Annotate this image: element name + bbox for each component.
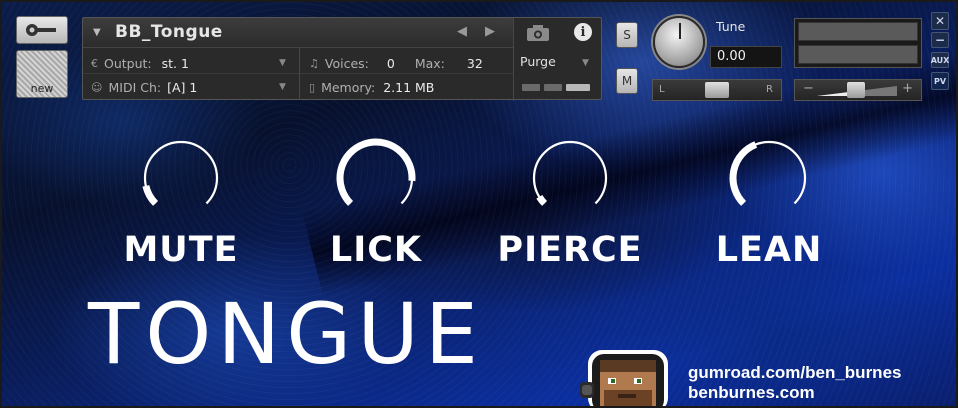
output-icon: € bbox=[91, 56, 98, 70]
level-meter-right bbox=[798, 45, 918, 64]
mute-button[interactable]: M bbox=[616, 68, 638, 94]
output-selector[interactable]: € Output: st. 1 ▼ bbox=[91, 52, 296, 74]
tune-label: Tune bbox=[716, 19, 746, 34]
voices-label: Voices: bbox=[324, 55, 369, 71]
next-instrument-icon[interactable]: ▶ bbox=[485, 24, 495, 39]
volume-plus-icon[interactable]: + bbox=[902, 81, 913, 96]
max-value[interactable]: 32 bbox=[467, 56, 483, 71]
pv-button[interactable]: PV bbox=[931, 72, 949, 90]
knob-mute-arc[interactable] bbox=[141, 134, 221, 222]
midi-icon: ☺ bbox=[91, 80, 103, 94]
author-avatar-icon bbox=[580, 350, 668, 406]
instrument-panel: ▼ BB_Tongue ◀ ▶ € Output: st. 1 ▼ ☺ MIDI… bbox=[82, 17, 603, 101]
tune-value[interactable]: 0.00 bbox=[710, 46, 782, 68]
cpu-meter-segment bbox=[522, 84, 540, 91]
pan-slider[interactable]: L R bbox=[652, 79, 782, 101]
camera-icon[interactable] bbox=[524, 24, 552, 42]
midi-value: [A] 1 bbox=[167, 79, 198, 95]
voices-icon: ♫ bbox=[309, 56, 319, 70]
knob-pierce-arc[interactable] bbox=[530, 134, 610, 222]
collapse-arrow-icon[interactable]: ▼ bbox=[93, 27, 101, 38]
volume-slider[interactable]: − + bbox=[794, 79, 922, 101]
prev-instrument-icon[interactable]: ◀ bbox=[457, 24, 467, 39]
knob-value-arc bbox=[142, 184, 159, 206]
solo-button[interactable]: S bbox=[616, 22, 638, 48]
instrument-name[interactable]: BB_Tongue bbox=[115, 22, 223, 42]
instrument-header: new ▼ BB_Tongue ◀ ▶ € Output: st. 1 ▼ ☺ … bbox=[2, 2, 956, 106]
midi-dropdown-icon[interactable]: ▼ bbox=[279, 82, 286, 92]
info-icon[interactable]: i bbox=[574, 23, 592, 41]
knob-value-arc bbox=[729, 141, 758, 206]
knob-lick-label: LICK bbox=[329, 230, 423, 270]
level-meter bbox=[794, 18, 922, 68]
instrument-title: TONGUE bbox=[88, 285, 484, 383]
knob-track bbox=[143, 140, 219, 205]
knob-mute-label: MUTE bbox=[123, 230, 239, 270]
aux-button[interactable]: AUX bbox=[931, 52, 949, 68]
knob-track bbox=[532, 140, 608, 205]
knob-value-arc bbox=[336, 138, 416, 206]
knob-lean-arc[interactable] bbox=[729, 134, 809, 222]
pan-right-label: R bbox=[766, 84, 773, 95]
memory-value: 2.11 MB bbox=[383, 79, 435, 95]
knob-lean[interactable]: LEAN bbox=[689, 134, 849, 274]
output-dropdown-icon[interactable]: ▼ bbox=[279, 58, 286, 68]
knob-lick-arc[interactable] bbox=[336, 134, 416, 222]
knob-lick[interactable]: LICK bbox=[296, 134, 456, 274]
credits-website[interactable]: benburnes.com bbox=[688, 383, 901, 403]
pan-left-label: L bbox=[659, 84, 665, 95]
cpu-meter-segment bbox=[566, 84, 590, 91]
knob-value-arc bbox=[536, 194, 548, 206]
memory-icon: ▯ bbox=[309, 80, 316, 94]
output-value: st. 1 bbox=[161, 55, 189, 71]
purge-button[interactable]: Purge bbox=[520, 54, 556, 69]
new-preset-button[interactable]: new bbox=[16, 50, 68, 98]
purge-dropdown-icon[interactable]: ▼ bbox=[582, 58, 589, 68]
instrument-title-row: ▼ BB_Tongue ◀ ▶ bbox=[83, 18, 513, 48]
memory-label: Memory: bbox=[321, 79, 376, 95]
new-label: new bbox=[30, 82, 54, 95]
knob-mute[interactable]: MUTE bbox=[101, 134, 261, 274]
pan-handle[interactable] bbox=[705, 82, 729, 98]
knob-lean-label: LEAN bbox=[715, 230, 823, 270]
credits-gumroad[interactable]: gumroad.com/ben_burnes bbox=[688, 363, 901, 383]
volume-minus-icon[interactable]: − bbox=[803, 81, 814, 96]
instrument-tools: i Purge ▼ bbox=[513, 18, 603, 101]
instrument-window: new ▼ BB_Tongue ◀ ▶ € Output: st. 1 ▼ ☺ … bbox=[0, 0, 958, 408]
close-icon[interactable]: ✕ bbox=[931, 12, 949, 30]
max-label: Max: bbox=[414, 55, 445, 71]
output-label: Output: bbox=[104, 55, 152, 71]
minimize-icon[interactable]: − bbox=[931, 32, 949, 48]
cpu-meter-segment bbox=[544, 84, 562, 91]
wrench-icon[interactable] bbox=[16, 16, 68, 44]
midi-label: MIDI Ch: bbox=[108, 79, 162, 95]
knob-pierce-label: PIERCE bbox=[497, 230, 643, 270]
credits: gumroad.com/ben_burnes benburnes.com bbox=[688, 363, 901, 403]
midi-channel-selector[interactable]: ☺ MIDI Ch: [A] 1 ▼ bbox=[91, 76, 296, 98]
memory-row: ▯ Memory: 2.11 MB bbox=[309, 76, 509, 98]
level-meter-left bbox=[798, 22, 918, 41]
volume-handle[interactable] bbox=[847, 82, 865, 98]
voices-value: 0 bbox=[386, 55, 395, 71]
voices-row: ♫ Voices: 0 Max: 32 bbox=[309, 52, 509, 74]
knob-pierce[interactable]: PIERCE bbox=[490, 134, 650, 274]
tune-knob[interactable] bbox=[653, 16, 705, 68]
